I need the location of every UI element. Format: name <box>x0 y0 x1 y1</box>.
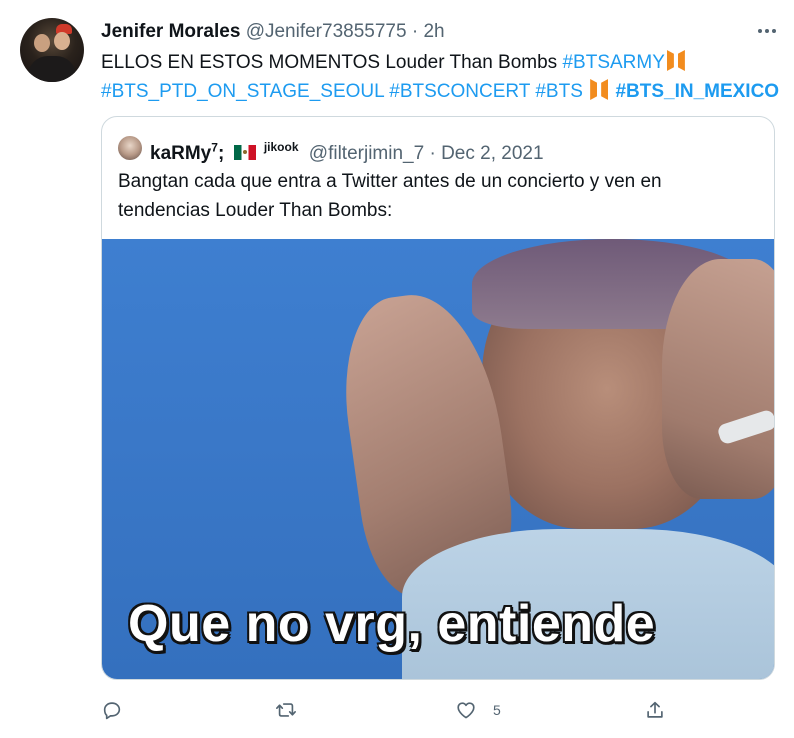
author-handle[interactable]: @Jenifer73855775 <box>246 21 407 42</box>
quoted-author-suffix: ; <box>217 143 225 164</box>
like-count: 5 <box>493 702 501 718</box>
quoted-author-handle[interactable]: @filterjimin_7 <box>309 143 424 164</box>
heart-icon <box>457 702 475 719</box>
quoted-author-name[interactable]: kaRMy <box>150 143 211 164</box>
avatar-face <box>34 34 50 52</box>
quoted-tweet-header: kaRMy7; jikook @filterjimin_7 · Dec 2, 2… <box>150 134 544 167</box>
quoted-tweet[interactable]: kaRMy7; jikook @filterjimin_7 · Dec 2, 2… <box>101 116 775 680</box>
quoted-author-avatar[interactable] <box>118 136 142 160</box>
like-button[interactable]: 5 <box>455 694 501 726</box>
quoted-tweet-text: Bangtan cada que entra a Twitter antes d… <box>118 171 662 221</box>
avatar-face <box>54 32 70 50</box>
tweet-header: Jenifer Morales @Jenifer73855775 · 2h <box>101 20 445 44</box>
hashtag-link[interactable]: #BTSARMY <box>562 52 664 73</box>
separator: · <box>429 143 436 164</box>
tweet-time[interactable]: 2h <box>423 21 444 42</box>
hashtag-link[interactable]: #BTS_IN_MEXICO <box>615 81 779 102</box>
separator: · <box>411 21 419 42</box>
bts-logo-icon <box>590 79 609 100</box>
tweet-text-body: ELLOS EN ESTOS MOMENTOS Louder Than Bomb… <box>101 52 558 73</box>
author-avatar[interactable] <box>20 18 84 82</box>
quoted-tweet-date[interactable]: Dec 2, 2021 <box>441 143 543 164</box>
share-icon <box>647 701 663 718</box>
mexico-flag-icon <box>233 145 256 160</box>
retweet-button[interactable] <box>275 694 297 726</box>
quoted-author-superscript: 7 <box>211 140 218 155</box>
share-button[interactable] <box>644 694 666 726</box>
meme-caption: Que no vrg, entiende <box>128 595 656 653</box>
more-options-icon[interactable] <box>752 19 782 43</box>
hashtag-link[interactable]: #BTSCONCERT <box>389 81 530 102</box>
bts-logo-icon <box>666 50 685 71</box>
avatar-body <box>28 56 76 82</box>
jikook-label: jikook <box>263 140 299 154</box>
author-name[interactable]: Jenifer Morales <box>101 21 240 42</box>
tweet-actions: 5 <box>101 694 681 726</box>
meme-hand-right <box>662 259 774 499</box>
quoted-tweet-image[interactable]: Que no vrg, entiende <box>102 239 774 679</box>
reply-icon <box>103 702 121 720</box>
retweet-icon <box>276 703 296 717</box>
reply-button[interactable] <box>101 694 123 726</box>
hashtag-link[interactable]: #BTS <box>535 81 583 102</box>
hashtag-link[interactable]: #BTS_PTD_ON_STAGE_SEOUL <box>101 81 384 102</box>
tweet-text: ELLOS EN ESTOS MOMENTOS Louder Than Bomb… <box>101 48 781 106</box>
